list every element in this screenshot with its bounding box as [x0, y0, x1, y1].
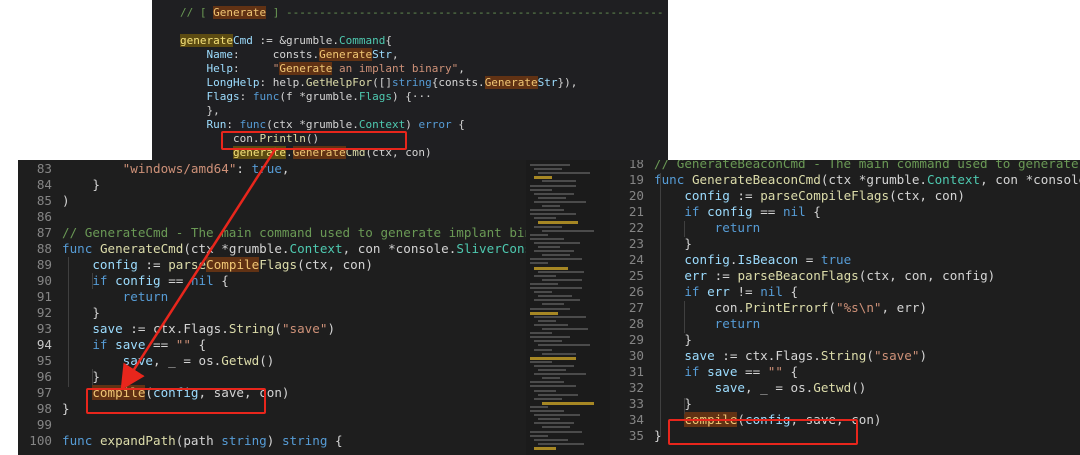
arrow-annotation-icon: [120, 147, 278, 391]
